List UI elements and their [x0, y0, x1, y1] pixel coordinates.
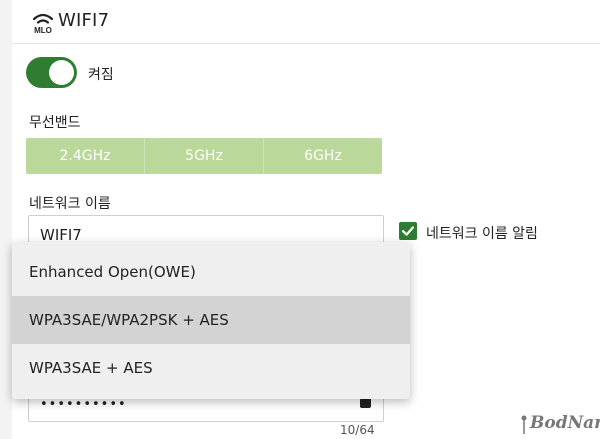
security-dropdown-menu: Enhanced Open(OWE) WPA3SAE/WPA2PSK + AES…	[12, 242, 410, 399]
band-section-label: 무선밴드	[29, 115, 81, 131]
security-option-owe[interactable]: Enhanced Open(OWE)	[12, 248, 410, 296]
band-option-5ghz[interactable]: 5GHz	[145, 138, 264, 174]
broadcast-name-checkbox[interactable]	[399, 222, 417, 240]
watermark-text: BodNara	[530, 413, 600, 433]
security-option-wpa3sae-wpa2psk[interactable]: WPA3SAE/WPA2PSK + AES	[12, 296, 410, 344]
power-toggle[interactable]	[26, 57, 77, 88]
check-icon	[401, 226, 415, 236]
security-option-wpa3sae[interactable]: WPA3SAE + AES	[12, 344, 410, 392]
band-option-6ghz[interactable]: 6GHz	[264, 138, 382, 174]
network-name-label: 네트워크 이름	[29, 196, 111, 212]
watermark-antenna-icon	[521, 415, 527, 434]
watermark-logo: BodNara	[518, 413, 600, 437]
page-header: MLO WIFI7	[12, 0, 600, 44]
broadcast-name-label: 네트워크 이름 알림	[426, 226, 538, 242]
show-password-icon[interactable]	[360, 398, 371, 408]
password-length-counter: 10/64	[340, 423, 375, 437]
mlo-icon-text: MLO	[34, 26, 52, 35]
toggle-knob	[49, 60, 74, 85]
band-option-2-4ghz[interactable]: 2.4GHz	[26, 138, 145, 174]
band-selector: 2.4GHz 5GHz 6GHz	[26, 138, 382, 174]
power-toggle-label: 켜짐	[88, 67, 114, 83]
mlo-wifi-icon: MLO	[32, 13, 54, 35]
left-edge-strip	[0, 0, 12, 439]
password-masked-value: ••••••••••	[40, 397, 127, 412]
page-title: WIFI7	[58, 10, 110, 31]
